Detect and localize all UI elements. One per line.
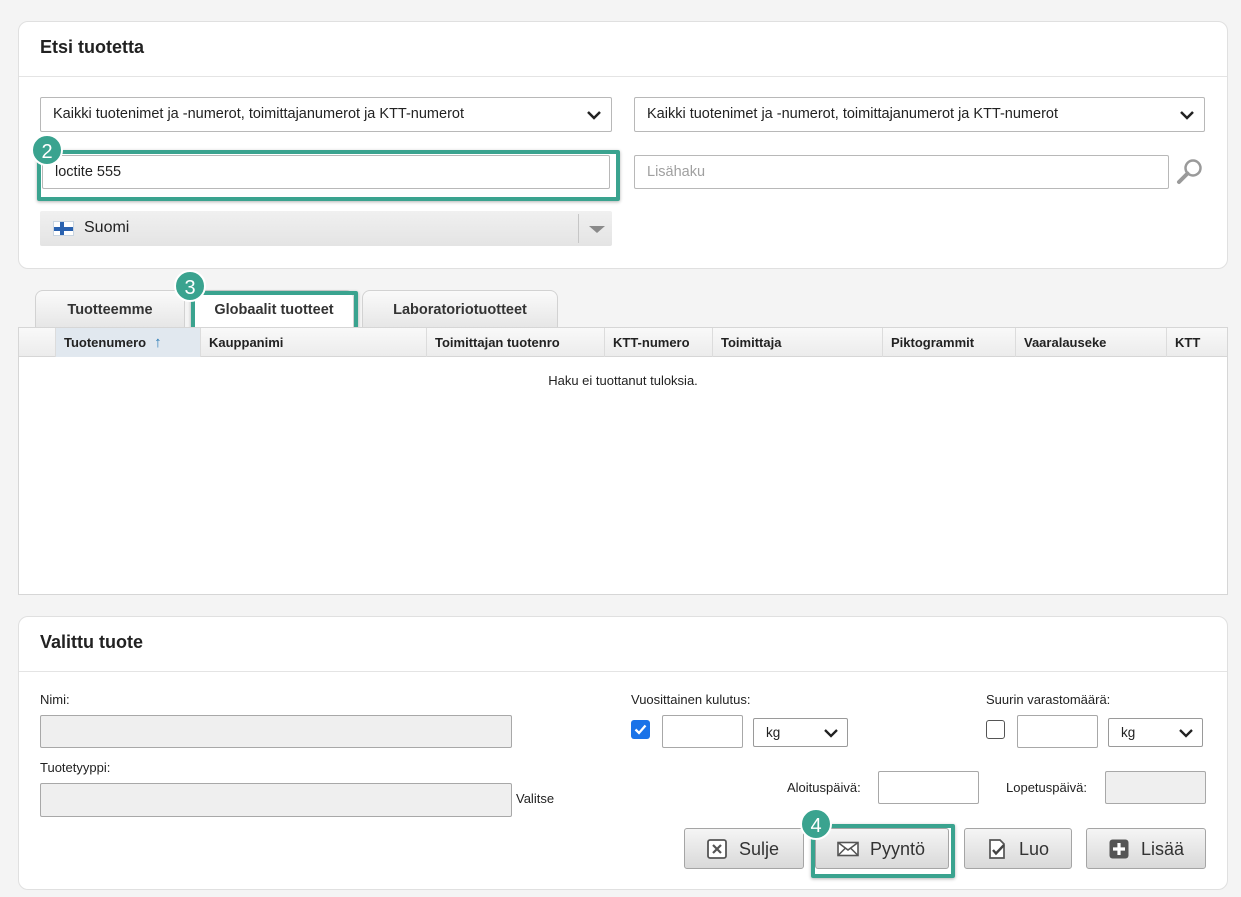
search-scope-select-right-value: Kaikki tuotenimet ja -numerot, toimittaj…: [647, 106, 1058, 122]
annual-usage-unit-value: kg: [766, 725, 781, 740]
request-button[interactable]: Pyyntö: [815, 828, 949, 869]
search-scope-select-right[interactable]: Kaikki tuotenimet ja -numerot, toimittaj…: [634, 97, 1205, 132]
column-header-toimittaja[interactable]: Toimittaja: [712, 328, 882, 357]
start-date-label: Aloituspäivä:: [787, 780, 861, 795]
dropdown-arrow-icon: [589, 226, 605, 233]
chevron-down-icon: [1179, 729, 1193, 738]
column-header-kauppanimi[interactable]: Kauppanimi: [200, 328, 426, 357]
close-button[interactable]: Sulje: [684, 828, 804, 869]
column-header-tuotenumero[interactable]: Tuotenumero ↑: [55, 328, 200, 357]
annual-usage-input[interactable]: [662, 715, 743, 748]
selected-product-title: Valittu tuote: [19, 617, 1227, 672]
search-scope-select-left[interactable]: Kaikki tuotenimet ja -numerot, toimittaj…: [40, 97, 612, 132]
results-grid-header: Tuotenumero ↑ Kauppanimi Toimittajan tuot…: [19, 328, 1227, 357]
results-grid: Tuotenumero ↑ Kauppanimi Toimittajan tuot…: [18, 327, 1228, 595]
annual-usage-unit-select[interactable]: kg: [753, 718, 848, 747]
step-badge-2: 2: [31, 134, 63, 166]
end-date-label: Lopetuspäivä:: [1006, 780, 1087, 795]
max-storage-input[interactable]: [1017, 715, 1098, 748]
column-header-vaaralauseke[interactable]: Vaaralauseke: [1015, 328, 1166, 357]
product-type-label: Tuotetyyppi:: [40, 760, 111, 775]
language-select-divider: [578, 214, 579, 243]
search-input-value: loctite 555: [55, 164, 122, 180]
document-check-icon: [989, 839, 1005, 859]
add-button-label: Lisää: [1141, 839, 1185, 859]
search-scope-select-left-value: Kaikki tuotenimet ja -numerot, toimittaj…: [53, 106, 464, 122]
add-button[interactable]: Lisää: [1086, 828, 1206, 869]
step-badge-4: 4: [800, 808, 832, 840]
name-label: Nimi:: [40, 692, 70, 707]
column-header-tuotenumero-label: Tuotenumero: [64, 335, 147, 350]
close-button-label: Sulje: [739, 839, 780, 859]
max-storage-label: Suurin varastomäärä:: [986, 692, 1111, 707]
finland-flag-icon: [53, 221, 74, 236]
extra-search-placeholder: Lisähaku: [647, 164, 706, 180]
product-type-field: [40, 783, 512, 817]
step-badge-3: 3: [174, 270, 206, 302]
choose-product-type-link[interactable]: Valitse: [516, 791, 554, 806]
checkmark-icon: [634, 724, 647, 735]
tab-globaalit-tuotteet[interactable]: Globaalit tuotteet: [194, 290, 354, 328]
language-select[interactable]: Suomi: [40, 211, 612, 246]
max-storage-unit-select[interactable]: kg: [1108, 718, 1203, 747]
sort-ascending-icon: ↑: [154, 334, 162, 351]
column-header-piktogrammit[interactable]: Piktogrammit: [882, 328, 1015, 357]
create-button-label: Luo: [1019, 839, 1050, 859]
chevron-down-icon: [587, 111, 601, 120]
search-panel-title: Etsi tuotetta: [19, 22, 1227, 77]
request-button-label: Pyyntö: [870, 839, 926, 859]
column-header-ktt[interactable]: KTT: [1166, 328, 1227, 357]
chevron-down-icon: [1180, 111, 1194, 120]
tab-laboratoriotuotteet[interactable]: Laboratoriotuotteet: [362, 290, 558, 328]
create-button[interactable]: Luo: [964, 828, 1072, 869]
max-storage-unit-value: kg: [1121, 725, 1136, 740]
language-select-label: Suomi: [84, 219, 130, 236]
start-date-input[interactable]: [878, 771, 979, 804]
extra-search-input[interactable]: Lisähaku: [634, 155, 1169, 189]
plus-icon: [1109, 839, 1129, 859]
chevron-down-icon: [824, 729, 838, 738]
name-field: [40, 715, 512, 748]
end-date-field: [1105, 771, 1206, 804]
annual-usage-label: Vuosittainen kulutus:: [631, 692, 751, 707]
column-header-toimittajan-tuotenro[interactable]: Toimittajan tuotenro: [426, 328, 604, 357]
search-input[interactable]: loctite 555: [42, 155, 610, 189]
magnifier-icon[interactable]: [1175, 157, 1205, 187]
column-header-ktt-numero[interactable]: KTT-numero: [604, 328, 712, 357]
tab-tuotteemme[interactable]: Tuotteemme: [35, 290, 185, 328]
close-x-icon: [707, 839, 727, 859]
envelope-icon: [837, 841, 859, 857]
results-empty-message: Haku ei tuottanut tuloksia.: [548, 373, 698, 388]
annual-usage-checkbox[interactable]: [631, 720, 650, 739]
max-storage-checkbox[interactable]: [986, 720, 1005, 739]
